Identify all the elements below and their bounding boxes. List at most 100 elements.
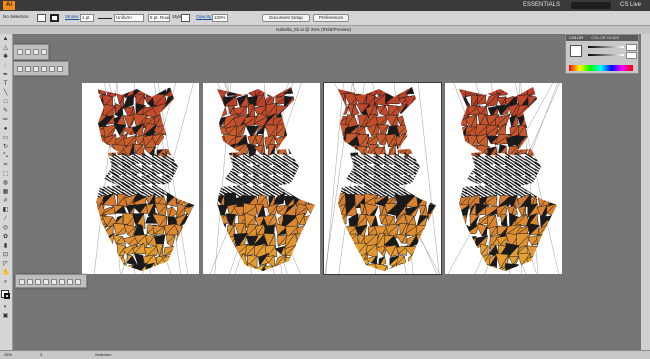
perspective-grid-tool-icon[interactable]: ▦ bbox=[2, 189, 9, 196]
tool-cell-icon[interactable] bbox=[51, 279, 57, 285]
hand-tool-icon[interactable]: ✋ bbox=[2, 270, 9, 277]
artboard-4[interactable] bbox=[445, 83, 562, 274]
stripe-line bbox=[92, 163, 104, 171]
stripe-line bbox=[434, 172, 441, 180]
stroke-label[interactable]: Stroke: bbox=[65, 14, 79, 19]
floating-tools-panel-2[interactable] bbox=[13, 61, 69, 76]
tool-cell-icon[interactable] bbox=[17, 66, 23, 72]
tool-cell-icon[interactable] bbox=[41, 66, 47, 72]
facet bbox=[559, 104, 562, 119]
facet bbox=[82, 163, 96, 177]
zoom-tool-icon[interactable]: ⌕ bbox=[2, 279, 9, 286]
fill-swatch[interactable] bbox=[37, 14, 46, 22]
color-spectrum[interactable] bbox=[569, 65, 633, 71]
paintbrush-tool-icon[interactable]: ✎ bbox=[2, 108, 9, 115]
facet bbox=[305, 246, 313, 255]
facet bbox=[174, 256, 186, 268]
tool-cell-icon[interactable] bbox=[25, 49, 31, 55]
facet bbox=[87, 244, 95, 254]
tool-cell-icon[interactable] bbox=[33, 66, 39, 72]
rectangle-tool-icon[interactable]: □ bbox=[2, 99, 9, 106]
type-tool-icon[interactable]: T bbox=[2, 81, 9, 88]
tool-cell-icon[interactable] bbox=[27, 279, 33, 285]
canvas[interactable] bbox=[13, 34, 641, 350]
facet bbox=[289, 146, 297, 154]
tool-cell-icon[interactable] bbox=[75, 279, 81, 285]
search-field[interactable] bbox=[571, 2, 611, 9]
facet bbox=[196, 95, 199, 103]
tool-cell-icon[interactable] bbox=[25, 66, 31, 72]
floating-tools-panel-3[interactable] bbox=[15, 274, 87, 288]
facet bbox=[194, 234, 199, 243]
preferences-button[interactable]: Preferences bbox=[313, 14, 349, 22]
document-setup-button[interactable]: Document Setup bbox=[262, 14, 310, 22]
magic-wand-tool-icon[interactable]: ✱ bbox=[2, 54, 9, 61]
pencil-tool-icon[interactable]: ✏ bbox=[2, 117, 9, 124]
artboard-tool-icon[interactable]: ⊡ bbox=[2, 252, 9, 259]
tool-cell-icon[interactable] bbox=[17, 49, 23, 55]
eraser-tool-icon[interactable]: ▭ bbox=[2, 135, 9, 142]
screen-mode-icon[interactable]: ▣ bbox=[2, 313, 9, 320]
color-slider[interactable] bbox=[588, 54, 624, 56]
shape-builder-tool-icon[interactable]: ◍ bbox=[2, 180, 9, 187]
tool-cell-icon[interactable] bbox=[19, 279, 25, 285]
draw-mode-icon[interactable]: ◐ bbox=[2, 304, 9, 311]
stroke-weight-field[interactable]: 1 pt bbox=[80, 14, 94, 22]
color-value-field[interactable] bbox=[626, 52, 637, 59]
artboard-1[interactable] bbox=[82, 83, 199, 274]
color-value-field[interactable] bbox=[626, 44, 637, 51]
variable-width-profile[interactable]: Uniform bbox=[114, 14, 144, 22]
tab-color[interactable]: COLOR bbox=[569, 35, 583, 40]
rotate-tool-icon[interactable]: ↻ bbox=[2, 144, 9, 151]
stripe-line bbox=[414, 189, 426, 197]
pen-tool-icon[interactable]: ✒ bbox=[2, 72, 9, 79]
facet bbox=[325, 124, 336, 137]
tool-cell-icon[interactable] bbox=[35, 279, 41, 285]
color-slider[interactable] bbox=[588, 46, 624, 48]
tool-cell-icon[interactable] bbox=[33, 49, 39, 55]
cs-live-menu[interactable]: CS Live bbox=[620, 2, 641, 8]
tool-cell-icon[interactable] bbox=[57, 66, 63, 72]
graph-tool-icon[interactable]: ▮ bbox=[2, 243, 9, 250]
gradient-tool-icon[interactable]: ◧ bbox=[2, 207, 9, 214]
tab-color-guide[interactable]: COLOR GUIDE bbox=[591, 35, 619, 40]
stroke-color-icon[interactable] bbox=[4, 293, 10, 299]
opacity-label[interactable]: Opacity: bbox=[196, 14, 213, 19]
floating-tools-panel-1[interactable] bbox=[13, 44, 49, 60]
stripe-line bbox=[535, 182, 547, 190]
facet bbox=[458, 165, 468, 175]
facet bbox=[196, 234, 199, 243]
stroke-swatch[interactable] bbox=[50, 14, 59, 22]
workspace-switcher[interactable]: ESSENTIALS bbox=[523, 2, 560, 8]
line-tool-icon[interactable]: ╲ bbox=[2, 90, 9, 97]
artboard-2[interactable] bbox=[203, 83, 320, 274]
vertical-scrollbar[interactable] bbox=[641, 34, 650, 350]
opacity-field[interactable]: 100% bbox=[212, 14, 228, 22]
brush-definition[interactable]: 5 pt. Round bbox=[148, 14, 170, 22]
width-tool-icon[interactable]: ≍ bbox=[2, 162, 9, 169]
facet bbox=[213, 224, 225, 238]
free-transform-tool-icon[interactable]: ⬚ bbox=[2, 171, 9, 178]
tool-cell-icon[interactable] bbox=[41, 49, 47, 55]
tool-cell-icon[interactable] bbox=[49, 66, 55, 72]
eyedropper-tool-icon[interactable]: ⁄ bbox=[2, 216, 9, 223]
mesh-tool-icon[interactable]: # bbox=[2, 198, 9, 205]
lasso-tool-icon[interactable]: ◌ bbox=[2, 63, 9, 70]
facet bbox=[446, 153, 460, 166]
scale-tool-icon[interactable]: ⤡ bbox=[2, 153, 9, 160]
fill-stroke-icon[interactable] bbox=[570, 45, 582, 57]
direct-selection-tool-icon[interactable]: △ bbox=[2, 45, 9, 52]
tool-cell-icon[interactable] bbox=[59, 279, 65, 285]
tool-cell-icon[interactable] bbox=[67, 279, 73, 285]
graphic-style-picker[interactable] bbox=[181, 14, 190, 22]
slice-tool-icon[interactable]: ◸ bbox=[2, 261, 9, 268]
facet bbox=[208, 173, 217, 186]
blob-brush-tool-icon[interactable]: ● bbox=[2, 126, 9, 133]
facet bbox=[96, 236, 106, 245]
facet bbox=[205, 94, 216, 108]
symbol-sprayer-tool-icon[interactable]: ✿ bbox=[2, 234, 9, 241]
selection-tool-icon[interactable]: ▲ bbox=[2, 36, 9, 43]
blend-tool-icon[interactable]: ◎ bbox=[2, 225, 9, 232]
artboard-3[interactable] bbox=[324, 83, 441, 274]
tool-cell-icon[interactable] bbox=[43, 279, 49, 285]
